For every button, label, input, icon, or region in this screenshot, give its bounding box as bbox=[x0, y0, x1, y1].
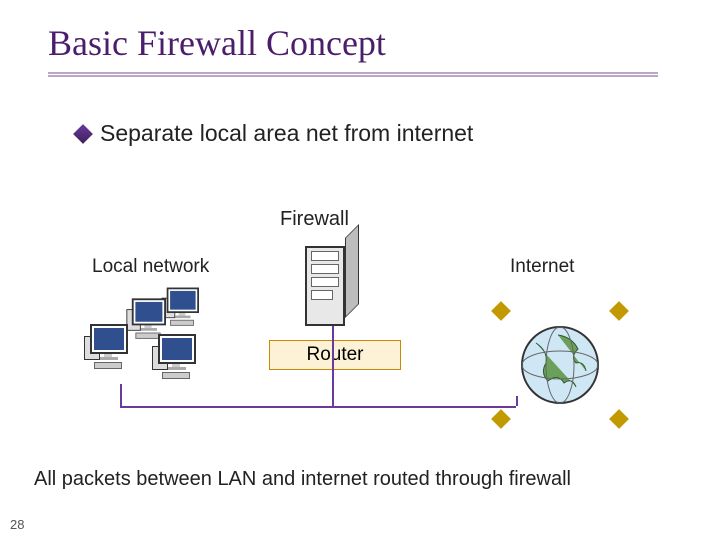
server-icon bbox=[305, 236, 361, 326]
label-internet: Internet bbox=[510, 256, 574, 278]
globe-internet-icon bbox=[500, 310, 620, 420]
desktop-computer-icon bbox=[128, 300, 168, 339]
label-local-network: Local network bbox=[92, 256, 209, 278]
desktop-computer-icon bbox=[86, 326, 130, 369]
title-underline bbox=[48, 72, 658, 78]
satellite-node-icon bbox=[494, 412, 508, 426]
diamond-icon bbox=[73, 124, 93, 144]
globe-svg bbox=[518, 323, 602, 407]
slide-number: 28 bbox=[10, 517, 24, 532]
lan-uplink-line bbox=[120, 384, 122, 406]
router-label: Router bbox=[306, 344, 363, 366]
internet-uplink-line bbox=[516, 396, 518, 406]
bullet-text: Separate local area net from internet bbox=[100, 120, 473, 147]
firewall-uplink-line bbox=[332, 326, 334, 406]
label-firewall: Firewall bbox=[280, 208, 349, 231]
footer-text: All packets between LAN and internet rou… bbox=[34, 468, 571, 491]
slide-title: Basic Firewall Concept bbox=[48, 22, 386, 64]
desktop-computer-icon bbox=[163, 289, 200, 326]
network-bus-line bbox=[120, 406, 516, 408]
lan-cluster bbox=[70, 318, 240, 418]
satellite-node-icon bbox=[494, 304, 508, 318]
desktop-computer-icon bbox=[154, 336, 198, 379]
satellite-node-icon bbox=[612, 412, 626, 426]
bullet-row: Separate local area net from internet bbox=[76, 120, 473, 147]
router-box: Router bbox=[269, 340, 401, 370]
satellite-node-icon bbox=[612, 304, 626, 318]
